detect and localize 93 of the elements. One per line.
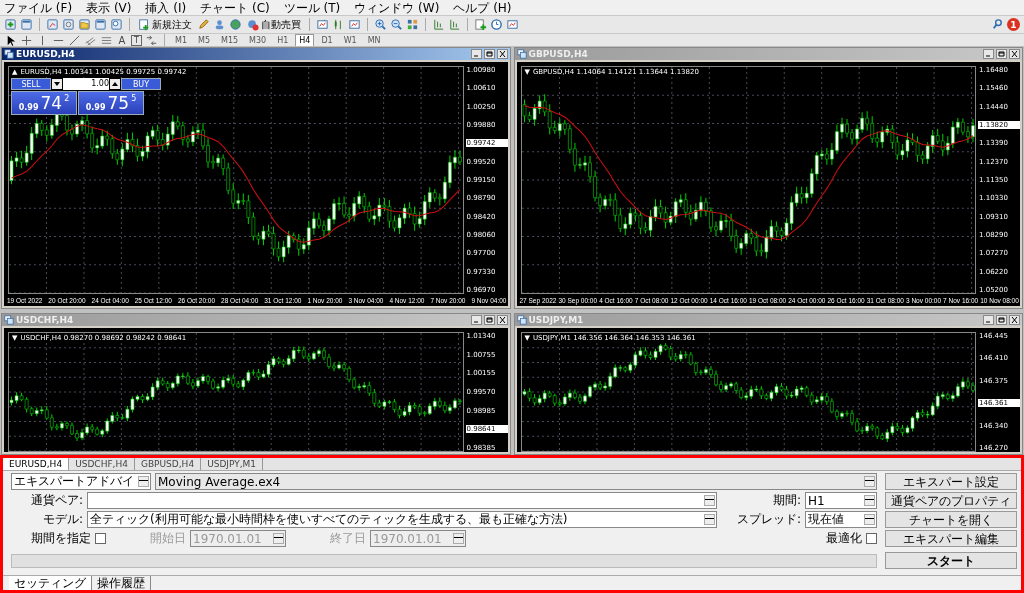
window-icon[interactable] xyxy=(20,18,33,31)
zoom-out-icon[interactable] xyxy=(390,18,403,31)
maximize-button[interactable] xyxy=(483,315,495,325)
timeframe-button[interactable]: H4 xyxy=(295,33,315,47)
symbol-select[interactable] xyxy=(87,492,717,509)
auto-trading-button[interactable]: 自動売買 xyxy=(245,17,303,32)
period-select[interactable]: H1 xyxy=(805,492,877,509)
expert-select[interactable]: Moving Average.ex4 xyxy=(155,473,877,490)
person-icon[interactable] xyxy=(213,18,226,31)
arrows-icon[interactable] xyxy=(145,33,158,47)
chart-window-icon xyxy=(516,315,527,325)
new-order-button[interactable]: 新規注文 xyxy=(136,17,194,32)
trendline-icon[interactable] xyxy=(68,33,81,47)
optimization-checkbox[interactable] xyxy=(866,533,877,544)
chart-tab[interactable]: USDJPY,M1 xyxy=(201,458,264,470)
chart-tab[interactable]: EURUSD,H4 xyxy=(3,458,70,470)
menu-item[interactable]: ウィンドウ (W) xyxy=(354,0,440,15)
buy-button[interactable]: BUY xyxy=(121,78,161,90)
symbol-properties-button[interactable]: 通貨ペアのプロパティ xyxy=(885,492,1017,509)
window-title: GBPUSD,H4 xyxy=(528,49,588,59)
crosshair-icon[interactable] xyxy=(62,18,75,31)
sell-button[interactable]: SELL xyxy=(11,78,51,90)
minimize-button[interactable] xyxy=(470,49,482,59)
menu-item[interactable]: ファイル (F) xyxy=(4,0,73,15)
spin-up-button[interactable] xyxy=(110,78,120,90)
close-button[interactable] xyxy=(1009,315,1020,325)
text-label-tool[interactable]: T xyxy=(131,34,142,46)
folder-icon[interactable] xyxy=(78,18,91,31)
timeframe-button[interactable]: M30 xyxy=(245,33,271,47)
minimize-button[interactable] xyxy=(470,315,482,325)
spread-label: スプレッド: xyxy=(735,511,801,528)
close-button[interactable] xyxy=(496,49,508,59)
type-select[interactable]: エキスパートアドバイ xyxy=(11,473,151,490)
menu-item[interactable]: ヘルプ (H) xyxy=(453,0,512,15)
menu-item[interactable]: チャート (C) xyxy=(200,0,270,15)
chart-tab[interactable]: USDCHF,H4 xyxy=(69,458,135,470)
optimization-label: 最適化 xyxy=(826,530,862,547)
window-title: EURUSD,H4 xyxy=(16,49,75,59)
chart-tab[interactable]: GBPUSD,H4 xyxy=(134,458,202,470)
pencil-icon[interactable] xyxy=(197,18,210,31)
window-title: USDCHF,H4 xyxy=(16,315,74,325)
timeframe-button[interactable]: MN xyxy=(363,33,385,47)
model-label: モデル: xyxy=(41,511,83,528)
maximize-button[interactable] xyxy=(996,49,1007,59)
panel-tab[interactable]: セッティング xyxy=(9,576,92,590)
timeframe-button[interactable]: D1 xyxy=(317,33,337,47)
use-date-label: 期間を指定 xyxy=(30,530,91,547)
window-title: USDJPY,M1 xyxy=(528,315,584,325)
minimize-button[interactable] xyxy=(983,49,994,59)
timeframe-button[interactable]: M5 xyxy=(194,33,214,47)
timeframe-button[interactable]: M15 xyxy=(217,33,243,47)
to-date-label: 終了日 xyxy=(330,530,366,547)
spin-down-button[interactable] xyxy=(52,78,62,90)
open-chart-button[interactable]: チャートを開く xyxy=(885,511,1017,528)
menu-item[interactable]: 挿入 (I) xyxy=(145,0,187,15)
menu-item[interactable]: ツール (T) xyxy=(283,0,341,15)
close-button[interactable] xyxy=(496,315,508,325)
panel-tab[interactable]: 操作履歴 xyxy=(92,576,151,590)
zoom-in-icon[interactable] xyxy=(374,18,387,31)
search-icon[interactable] xyxy=(991,18,1004,31)
document-plus-icon xyxy=(138,18,150,31)
start-button[interactable]: スタート xyxy=(885,552,1017,569)
from-date-label: 開始日 xyxy=(150,530,186,547)
chart-window-icon xyxy=(516,49,527,59)
model-select[interactable]: 全ティック(利用可能な最小時間枠を使いすべてのティックを生成する、最も正確な方法) xyxy=(87,511,717,528)
edit-expert-button[interactable]: エキスパート編集 xyxy=(885,530,1017,547)
expert-settings-button[interactable]: エキスパート設定 xyxy=(885,473,1017,490)
timeframe-button[interactable]: H1 xyxy=(273,33,293,47)
symbol-label: 通貨ペア: xyxy=(29,492,83,509)
chart-window-icon xyxy=(4,49,14,59)
timeframe-button[interactable]: M1 xyxy=(171,33,191,47)
chart-icon[interactable] xyxy=(46,18,59,31)
timeframe-button[interactable]: W1 xyxy=(339,33,361,47)
crosshair-icon[interactable] xyxy=(20,33,33,47)
volume-field[interactable]: 1.00 xyxy=(63,78,109,90)
period-label: 期間: xyxy=(771,492,801,509)
indicator-plus-icon[interactable] xyxy=(474,18,487,31)
line-chart-icon[interactable] xyxy=(348,18,361,31)
maximize-button[interactable] xyxy=(483,49,495,59)
notification-badge[interactable]: 1 xyxy=(1007,18,1020,31)
maximize-button[interactable] xyxy=(996,315,1007,325)
use-date-checkbox[interactable] xyxy=(95,533,106,544)
chart-window-icon xyxy=(4,315,14,325)
text-tool[interactable]: A xyxy=(116,34,128,46)
clock-icon[interactable] xyxy=(490,18,503,31)
minimize-button[interactable] xyxy=(983,315,994,325)
window-title-bar[interactable]: EURUSD,H4 xyxy=(2,48,510,60)
grid-icon[interactable] xyxy=(406,18,419,31)
close-button[interactable] xyxy=(1009,49,1020,59)
circles-icon xyxy=(247,18,259,31)
window-icon[interactable] xyxy=(94,18,107,31)
spread-select[interactable]: 現在値 xyxy=(805,511,877,528)
menu-item[interactable]: 表示 (V) xyxy=(86,0,132,15)
